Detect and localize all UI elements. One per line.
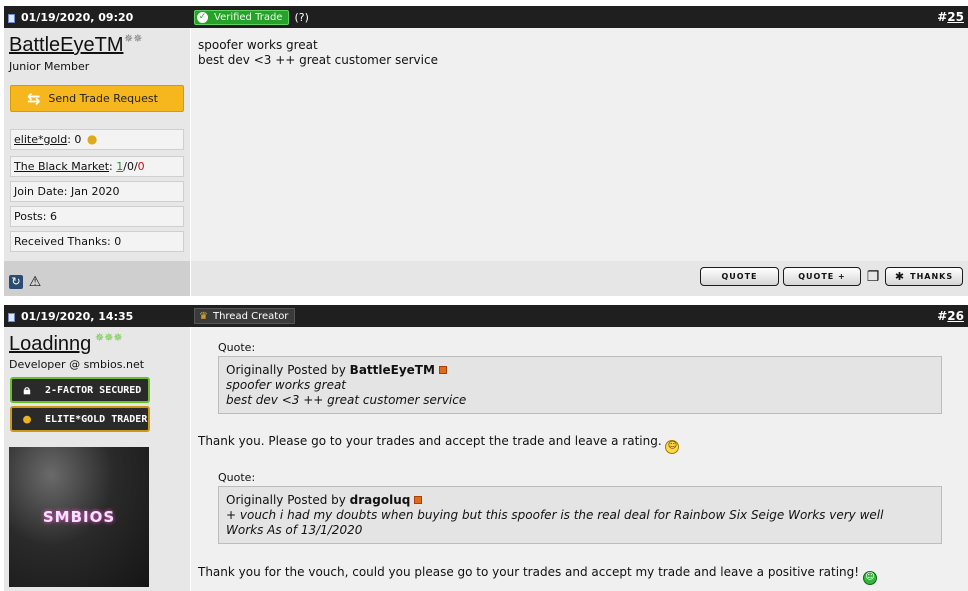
- post-icon: [8, 312, 15, 322]
- post-date: 01/19/2020, 14:35: [4, 310, 194, 323]
- swap-arrows-icon: ⇆: [27, 89, 41, 108]
- rank-icon: ✵✵✵: [95, 331, 123, 344]
- quote-author: dragoluq: [349, 493, 411, 507]
- black-market-info: The Black Market: 1/0/0: [10, 156, 184, 177]
- lock-icon: 🔒︎: [23, 382, 31, 398]
- reply-text: Thank you. Please go to your trades and …: [198, 434, 680, 454]
- view-post-icon[interactable]: [438, 366, 447, 374]
- check-icon: ✓: [197, 11, 208, 23]
- post-header: 01/19/2020, 14:35 ♛ Thread Creator #26: [4, 305, 968, 327]
- message-column: spoofer works great best dev <3 ++ great…: [191, 28, 968, 261]
- message-column: Quote: Originally Posted by BattleEyeTM …: [191, 327, 968, 591]
- send-trade-request-button[interactable]: ⇆ Send Trade Request: [10, 85, 184, 112]
- verified-trade-badge[interactable]: ✓ Verified Trade: [194, 9, 290, 25]
- grin-icon: ☺: [862, 570, 877, 585]
- footer-post-actions: QUOTE QUOTE + ❐ ✱ THANKS: [191, 261, 968, 296]
- elite-gold-trader-badge: ● ELITE*GOLD TRADER: [10, 406, 150, 432]
- elite-gold-info: elite*gold: 0 ●: [10, 129, 184, 150]
- post-number: #25: [937, 10, 964, 24]
- black-market-link[interactable]: The Black Market: [14, 160, 109, 173]
- coins-icon: ●: [23, 411, 31, 427]
- user-info-column: Loadinng ✵✵✵ Developer @ smbios.net 🔒︎ 2…: [4, 327, 190, 591]
- post-count: Posts: 6: [10, 206, 184, 227]
- footer-user-actions: ↻ ⚠: [4, 261, 190, 296]
- warning-icon[interactable]: ⚠: [28, 275, 42, 289]
- quote-box: Originally Posted by BattleEyeTM spoofer…: [218, 356, 942, 414]
- post-header: 01/19/2020, 09:20 ✓ Verified Trade (?) #…: [4, 6, 968, 28]
- post-26: 01/19/2020, 14:35 ♛ Thread Creator #26 L…: [4, 305, 968, 591]
- username-link[interactable]: Loadinng: [9, 333, 91, 355]
- post-number: #26: [937, 309, 964, 323]
- thanks-button[interactable]: ✱ THANKS: [885, 267, 963, 286]
- post-number-link[interactable]: 26: [947, 309, 964, 323]
- message-body: spoofer works great best dev <3 ++ great…: [198, 38, 438, 67]
- user-title: Junior Member: [9, 60, 90, 73]
- post-25: 01/19/2020, 09:20 ✓ Verified Trade (?) #…: [4, 6, 968, 296]
- received-thanks: Received Thanks: 0: [10, 231, 184, 252]
- reply-text: Thank you for the vouch, could you pleas…: [198, 565, 877, 585]
- coins-icon: ●: [86, 132, 98, 146]
- quote-author: BattleEyeTM: [349, 363, 435, 377]
- user-title: Developer @ smbios.net: [9, 358, 145, 371]
- quote-plus-button[interactable]: QUOTE +: [783, 267, 861, 286]
- avatar-logo: SMBIOS: [42, 508, 116, 526]
- avatar: SMBIOS: [9, 447, 149, 587]
- post-footer: ↻ ⚠ QUOTE QUOTE + ❐ ✱ THANKS: [4, 261, 968, 296]
- thread-creator-badge: ♛ Thread Creator: [194, 308, 296, 324]
- quote-label: Quote:: [218, 341, 256, 354]
- quote-label: Quote:: [218, 471, 256, 484]
- asterisk-icon: ✱: [894, 270, 906, 283]
- verified-help-link[interactable]: (?): [294, 11, 308, 24]
- crown-icon: ♛: [199, 310, 208, 322]
- join-date: Join Date: Jan 2020: [10, 181, 184, 202]
- post-date: 01/19/2020, 09:20: [4, 11, 194, 24]
- rank-icon: ✵✵: [124, 32, 143, 45]
- two-factor-badge: 🔒︎ 2-FACTOR SECURED: [10, 377, 150, 403]
- quote-box: Originally Posted by dragoluq + vouch i …: [218, 486, 942, 544]
- post-number-link[interactable]: 25: [947, 10, 964, 24]
- username-link[interactable]: BattleEyeTM: [9, 34, 123, 56]
- quote-button[interactable]: QUOTE: [700, 267, 779, 286]
- post-icon: [8, 13, 15, 23]
- elite-gold-link[interactable]: elite*gold: [14, 133, 67, 146]
- smiley-icon: ☺: [665, 439, 680, 454]
- multiquote-icon[interactable]: ❐: [865, 269, 881, 285]
- refresh-icon[interactable]: ↻: [9, 275, 23, 289]
- negative-ratings: 0: [137, 160, 145, 173]
- user-info-column: BattleEyeTM ✵✵ Junior Member ⇆ Send Trad…: [4, 28, 190, 261]
- view-post-icon[interactable]: [414, 496, 423, 504]
